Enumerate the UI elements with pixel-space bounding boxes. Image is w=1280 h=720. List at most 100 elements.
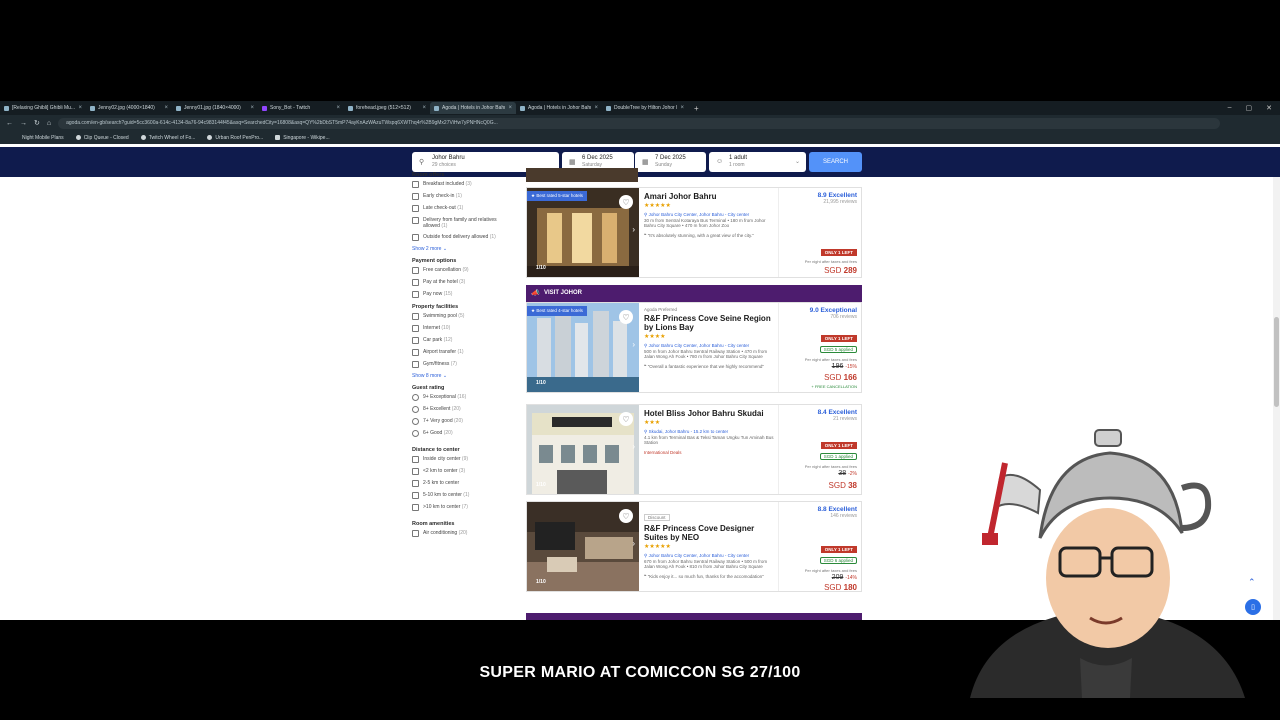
hotel-photo[interactable]: ★ Best rated 5-star hotels ♡ › 1/10 [527,188,639,277]
maximize-icon[interactable]: ▢ [1246,104,1253,112]
hotel-photo[interactable]: ★ Best rated 4-star hotels ♡ › 1/10 [527,303,639,392]
tab-close-icon[interactable]: × [680,105,684,111]
bookmark-item[interactable]: Twitch Wheel of Fo... [140,135,195,141]
heart-icon[interactable]: ♡ [619,412,633,426]
filter-option[interactable]: Swimming pool (5) [412,313,512,320]
hotel-card[interactable]: ★ Best rated 5-star hotels ♡ › 1/10 Amar… [526,187,862,278]
filter-option[interactable]: Outside food delivery allowed (1) [412,234,512,241]
checkbox[interactable] [412,181,419,188]
filter-option[interactable]: Air conditioning (20) [412,530,512,537]
filter-option[interactable]: Airport transfer (1) [412,349,512,356]
filter-option[interactable]: Early check-in (1) [412,193,512,200]
filter-option[interactable]: Free cancellation (9) [412,267,512,274]
checkbox[interactable] [412,193,419,200]
radio[interactable] [412,430,419,437]
tab-doubletree[interactable]: DoubleTree by Hilton Johor Ba...× [602,102,688,114]
filter-option[interactable]: Delivery from family and relatives allow… [412,217,512,229]
tab-close-icon[interactable]: × [594,105,598,111]
tab-agoda-2[interactable]: Agoda | Hotels in Johor Bahru × [516,102,602,114]
checkbox[interactable] [412,480,419,487]
radio[interactable] [412,394,419,401]
tab-close-icon[interactable]: × [164,105,168,111]
tab-jenny02[interactable]: Jenny02.jpg (4000×1840) × [86,102,172,114]
filter-option[interactable]: 9+ Exceptional (16) [412,394,512,401]
filter-option[interactable]: Internet (10) [412,325,512,332]
radio[interactable] [412,406,419,413]
checkbox[interactable] [412,205,419,212]
hotel-photo[interactable]: ♡ › 1/10 [527,405,639,494]
close-window-icon[interactable]: ✕ [1266,104,1272,112]
chevron-right-icon[interactable]: › [632,340,635,349]
forward-icon[interactable]: → [20,120,27,127]
bookmark-item[interactable]: Singapore - Wikipe... [275,135,330,141]
chevron-right-icon[interactable]: › [632,442,635,451]
checkbox[interactable] [412,492,419,499]
reload-icon[interactable]: ↻ [34,119,40,127]
checkbox[interactable] [412,349,419,356]
heart-icon[interactable]: ♡ [619,310,633,324]
checkbox[interactable] [412,279,419,286]
checkbox[interactable] [412,217,419,224]
checkbox[interactable] [412,291,419,298]
filter-option[interactable]: 7+ Very good (20) [412,418,512,425]
checkbox[interactable] [412,337,419,344]
checkbox[interactable] [412,325,419,332]
minimize-icon[interactable]: – [1228,104,1232,112]
filter-option[interactable]: Pay now (15) [412,291,512,298]
guests-field[interactable]: ☺ 1 adult 1 room ⌄ [709,152,806,172]
filter-option[interactable]: >10 km to center (7) [412,504,512,511]
tab-jenny01[interactable]: Jenny01.jpg (1840×4000) × [172,102,258,114]
filter-option[interactable]: Pay at the hotel (3) [412,279,512,286]
filter-option[interactable]: Late check-out (1) [412,205,512,212]
filter-option[interactable]: Inside city center (9) [412,456,512,463]
filter-option[interactable]: <2 km to center (3) [412,468,512,475]
filter-option[interactable]: 2-5 km to center [412,480,512,487]
checkbox[interactable] [412,504,419,511]
heart-icon[interactable]: ♡ [619,195,633,209]
hotel-card[interactable]: ★ Best rated 4-star hotels ♡ › 1/10 Agod… [526,302,862,393]
chevron-right-icon[interactable]: › [632,539,635,548]
filter-option[interactable]: Car park (12) [412,337,512,344]
home-icon[interactable]: ⌂ [47,120,51,127]
tab-close-icon[interactable]: × [508,105,512,111]
checkbox[interactable] [412,468,419,475]
hotel-name[interactable]: Amari Johor Bahru [644,192,776,201]
tab-ghibli[interactable]: [Relaxing Ghibli] Ghibli Mu... × [0,102,86,114]
hotel-name[interactable]: R&F Princess Cove Designer Suites by NEO [644,524,776,542]
checkbox[interactable] [412,267,419,274]
page-scrollbar[interactable] [1273,177,1280,620]
checkbox[interactable] [412,530,419,537]
hotel-name[interactable]: Hotel Bliss Johor Bahru Skudai [644,409,776,418]
tab-close-icon[interactable]: × [422,105,426,111]
checkbox[interactable] [412,361,419,368]
back-icon[interactable]: ← [6,120,13,127]
filter-option[interactable]: Breakfast included (3) [412,181,512,188]
bookmark-item[interactable]: Urban Roof PenPro... [207,135,263,141]
hotel-name[interactable]: R&F Princess Cove Seine Region by Lions … [644,314,776,332]
scrollbar-thumb[interactable] [1274,317,1279,407]
tab-agoda-active[interactable]: Agoda | Hotels in Johor Bahru × [430,102,516,114]
show-more-link[interactable]: Show 8 more ⌄ [412,373,512,379]
tab-twitch[interactable]: Sony_Bot - Twitch × [258,102,344,114]
filter-option[interactable]: 6+ Good (20) [412,430,512,437]
hotel-card[interactable]: ♡ › 1/10 Hotel Bliss Johor Bahru Skudai … [526,404,862,495]
filter-option[interactable]: 8+ Excellent (20) [412,406,512,413]
checkout-field[interactable]: ▦ 7 Dec 2025 Sunday [635,152,706,172]
tab-forehead[interactable]: forehead.jpeg (512×512) × [344,102,430,114]
bookmark-item[interactable]: Night Mobile Plans [22,135,64,141]
tab-close-icon[interactable]: × [250,105,254,111]
checkbox[interactable] [412,456,419,463]
heart-icon[interactable]: ♡ [619,509,633,523]
show-more-link[interactable]: Show 2 more ⌄ [412,246,512,252]
tab-close-icon[interactable]: × [336,105,340,111]
chevron-right-icon[interactable]: › [632,225,635,234]
filter-option[interactable]: 5-10 km to center (1) [412,492,512,499]
hotel-card[interactable]: ♡ › 1/10 Discount R&F Princess Cove Desi… [526,501,862,592]
url-field[interactable]: agoda.com/en-gb/search?guid=5cc3600a-614… [58,117,1220,129]
filter-option[interactable]: Gym/fitness (7) [412,361,512,368]
checkbox[interactable] [412,313,419,320]
tab-close-icon[interactable]: × [78,105,82,111]
hotel-photo[interactable]: ♡ › 1/10 [527,502,639,591]
new-tab-icon[interactable]: + [688,104,705,113]
bookmark-item[interactable]: Clip Queue - Closed [75,135,129,141]
